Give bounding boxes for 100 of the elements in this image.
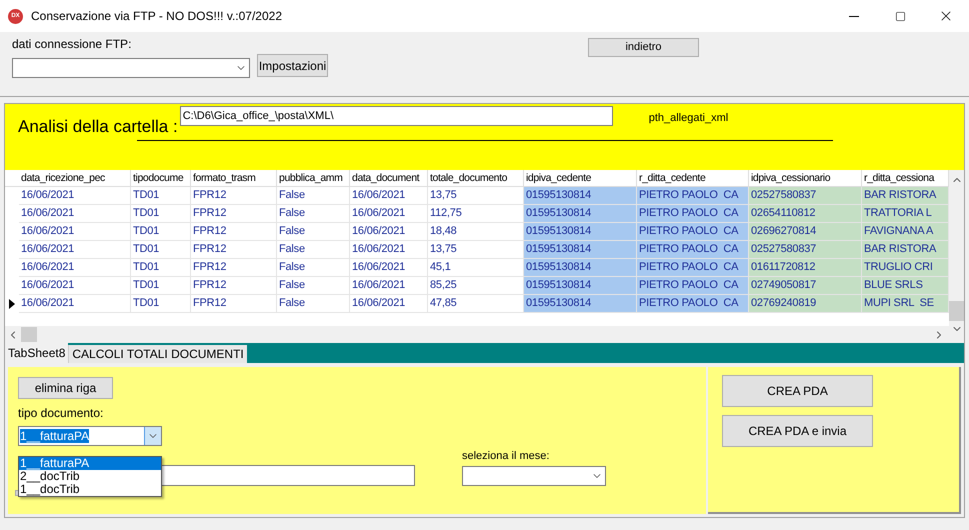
table-cell: 16/06/2021 — [350, 187, 428, 205]
table-cell: 16/06/2021 — [350, 259, 428, 277]
table-cell: PIETRO PAOLO CA — [637, 205, 749, 223]
table-cell: 18,48 — [428, 223, 524, 241]
table-cell: FPR12 — [191, 277, 277, 295]
column-header[interactable]: data_document — [350, 170, 428, 186]
table-cell: TRUGLIO CRI — [862, 259, 949, 277]
table-cell: FAVIGNANA A — [862, 223, 949, 241]
table-cell: 13,75 — [428, 187, 524, 205]
table-cell: PIETRO PAOLO CA — [637, 295, 749, 313]
table-cell: 16/06/2021 — [19, 295, 131, 313]
table-cell: PIETRO PAOLO CA — [637, 223, 749, 241]
table-cell: 16/06/2021 — [19, 259, 131, 277]
column-header[interactable]: idpiva_cedente — [524, 170, 637, 186]
ftp-dropdown[interactable] — [12, 58, 250, 78]
table-cell: 16/06/2021 — [19, 187, 131, 205]
table-cell: False — [277, 241, 350, 259]
row-pointer-icon — [9, 299, 15, 309]
table-cell: False — [277, 259, 350, 277]
table-cell: 01595130814 — [524, 259, 637, 277]
table-cell: 01595130814 — [524, 295, 637, 313]
table-cell: 16/06/2021 — [19, 205, 131, 223]
table-cell: PIETRO PAOLO CA — [637, 259, 749, 277]
column-header[interactable]: totale_documento — [428, 170, 524, 186]
table-cell: 85,25 — [428, 277, 524, 295]
table-cell: 01595130814 — [524, 205, 637, 223]
window-title: Conservazione via FTP - NO DOS!!! v.:07/2022 — [31, 8, 282, 25]
table-cell: 02527580837 — [749, 241, 862, 259]
dropdown-option[interactable]: 1__docTrib — [19, 483, 161, 496]
doc-type-label: tipo documento: — [18, 406, 104, 420]
table-cell: 16/06/2021 — [350, 277, 428, 295]
table-cell: 16/06/2021 — [19, 241, 131, 259]
table-cell: 47,85 — [428, 295, 524, 313]
column-header[interactable]: formato_trasm — [191, 170, 277, 186]
table-cell: FPR12 — [191, 205, 277, 223]
table-cell: TD01 — [131, 259, 191, 277]
table-cell: TD01 — [131, 187, 191, 205]
settings-button[interactable]: Impostazioni — [257, 54, 328, 77]
table-cell: 01611720812 — [749, 259, 862, 277]
column-header[interactable]: idpiva_cessionario — [749, 170, 862, 186]
table-cell: False — [277, 205, 350, 223]
table-cell: FPR12 — [191, 223, 277, 241]
table-cell: 02749050817 — [749, 277, 862, 295]
table-cell: BAR RISTORA — [862, 187, 949, 205]
table-cell: 01595130814 — [524, 223, 637, 241]
delete-row-button[interactable]: elimina riga — [18, 377, 113, 399]
table-cell: 16/06/2021 — [19, 223, 131, 241]
table-cell: False — [277, 223, 350, 241]
table-cell: 01595130814 — [524, 241, 637, 259]
vertical-scrollbar[interactable] — [949, 170, 964, 343]
table-cell: FPR12 — [191, 259, 277, 277]
dropdown-option[interactable]: 2__docTrib — [19, 470, 161, 483]
month-dropdown[interactable] — [462, 466, 606, 486]
table-cell: False — [277, 295, 350, 313]
back-button[interactable]: indietro — [588, 38, 699, 57]
scroll-thumb[interactable] — [949, 301, 964, 321]
table-cell: TD01 — [131, 223, 191, 241]
table-cell: MUPI SRL SE — [862, 295, 949, 313]
doc-type-dropdown[interactable]: 1__fatturaPA — [18, 426, 162, 446]
folder-tag: pth_allegati_xml — [648, 110, 728, 170]
maximize-icon — [894, 10, 906, 22]
table-cell: 16/06/2021 — [350, 205, 428, 223]
action-button[interactable]: CREA PDA — [722, 375, 873, 407]
tab[interactable]: TabSheet8 — [5, 343, 68, 363]
table-cell: TD01 — [131, 205, 191, 223]
column-header[interactable]: tipodocume — [131, 170, 191, 186]
table-cell: FPR12 — [191, 187, 277, 205]
table-cell: PIETRO PAOLO CA — [637, 241, 749, 259]
table-cell: 112,75 — [428, 205, 524, 223]
table-cell: 16/06/2021 — [350, 241, 428, 259]
table-cell: PIETRO PAOLO CA — [637, 187, 749, 205]
table-cell: BAR RISTORA — [862, 241, 949, 259]
table-cell: False — [277, 187, 350, 205]
table-cell: PIETRO PAOLO CA — [637, 277, 749, 295]
scroll-thumb[interactable] — [21, 327, 37, 342]
folder-label: Analisi della cartella : — [18, 116, 178, 138]
table-cell: 16/06/2021 — [19, 277, 131, 295]
table-cell: TD01 — [131, 241, 191, 259]
table-cell: 45,1 — [428, 259, 524, 277]
table-cell: 02654110812 — [749, 205, 862, 223]
dropdown-option[interactable]: 1__fatturaPA — [19, 457, 161, 470]
table-cell: FPR12 — [191, 241, 277, 259]
table-cell: 02696270814 — [749, 223, 862, 241]
table-cell: 01595130814 — [524, 277, 637, 295]
table-cell: 13,75 — [428, 241, 524, 259]
column-header[interactable]: pubblica_amm — [277, 170, 350, 186]
table-cell: False — [277, 277, 350, 295]
table-cell: TD01 — [131, 277, 191, 295]
month-label: seleziona il mese: — [462, 449, 550, 463]
column-header[interactable]: r_ditta_cedente — [637, 170, 749, 186]
folder-path-field[interactable]: C:\D6\Gica_office_\posta\XML\ — [180, 106, 613, 126]
table-cell: TRATTORIA L — [862, 205, 949, 223]
horizontal-scrollbar[interactable] — [5, 326, 949, 343]
tab[interactable]: CALCOLI TOTALI DOCUMENTI — [68, 345, 247, 363]
table-cell: TD01 — [131, 295, 191, 313]
action-button[interactable]: CREA PDA e invia — [722, 415, 873, 447]
table-cell: 02527580837 — [749, 187, 862, 205]
column-header[interactable]: data_ricezione_pec — [19, 170, 131, 186]
table-cell: 02769240819 — [749, 295, 862, 313]
table-cell: 01595130814 — [524, 187, 637, 205]
